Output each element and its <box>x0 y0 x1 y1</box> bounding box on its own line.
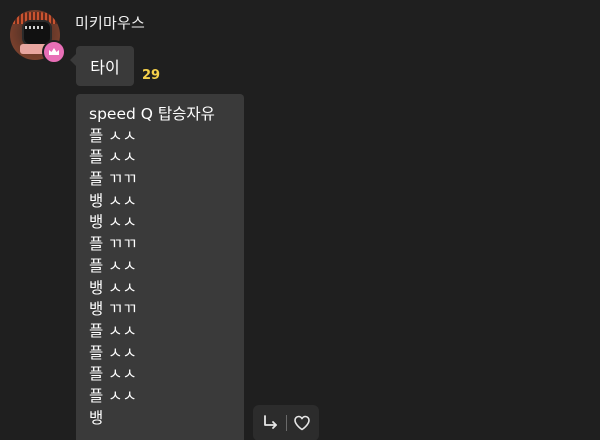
message-line: 뱅 ㅅㅅ <box>89 278 137 297</box>
message-bubble[interactable]: speed Q 탑승자유 플 ㅅㅅ 플 ㅅㅅ 플 ㄲㄲ 뱅 ㅅㅅ 뱅 ㅅㅅ 플 … <box>76 94 244 440</box>
crown-icon <box>42 40 66 64</box>
reply-arrow-icon <box>263 415 277 429</box>
message-actions <box>253 405 319 440</box>
message-line: 플 ㅅㅅ <box>89 343 137 362</box>
message-line: speed Q 탑승자유 <box>89 105 215 123</box>
message-line: 플 ㅅㅅ <box>89 321 137 340</box>
message-line: 플 ㅅㅅ <box>89 148 137 167</box>
message-line: 플 ㄲㄲ <box>89 235 137 254</box>
message-line: 플 ㅅㅅ <box>89 365 137 384</box>
message-line: 뱅 <box>89 408 104 427</box>
message-line: 뱅 ㅅㅅ <box>89 213 137 232</box>
message-line: 플 ㅅㅅ <box>89 256 137 275</box>
message-line: 뱅 ㄲㄲ <box>89 300 137 319</box>
message-line: 뱅 ㅅㅅ <box>89 191 137 210</box>
reply-button[interactable] <box>256 408 286 438</box>
message-text: 타이 <box>90 58 120 77</box>
message-line: 플 ㅅㅅ <box>89 386 137 405</box>
heart-icon <box>293 415 310 431</box>
sender-name[interactable]: 미키마우스 <box>75 12 145 33</box>
sender-avatar[interactable] <box>10 10 66 64</box>
chat-view: 미키마우스 타이 29 speed Q 탑승자유 플 ㅅㅅ 플 ㅅㅅ 플 ㄲㄲ … <box>0 0 600 440</box>
message-line: 플 ㅅㅅ <box>89 126 137 145</box>
unread-count: 29 <box>142 68 161 83</box>
message-bubble[interactable]: 타이 <box>70 46 134 86</box>
like-button[interactable] <box>287 408 317 438</box>
message-line: 플 ㄲㄲ <box>89 170 137 189</box>
